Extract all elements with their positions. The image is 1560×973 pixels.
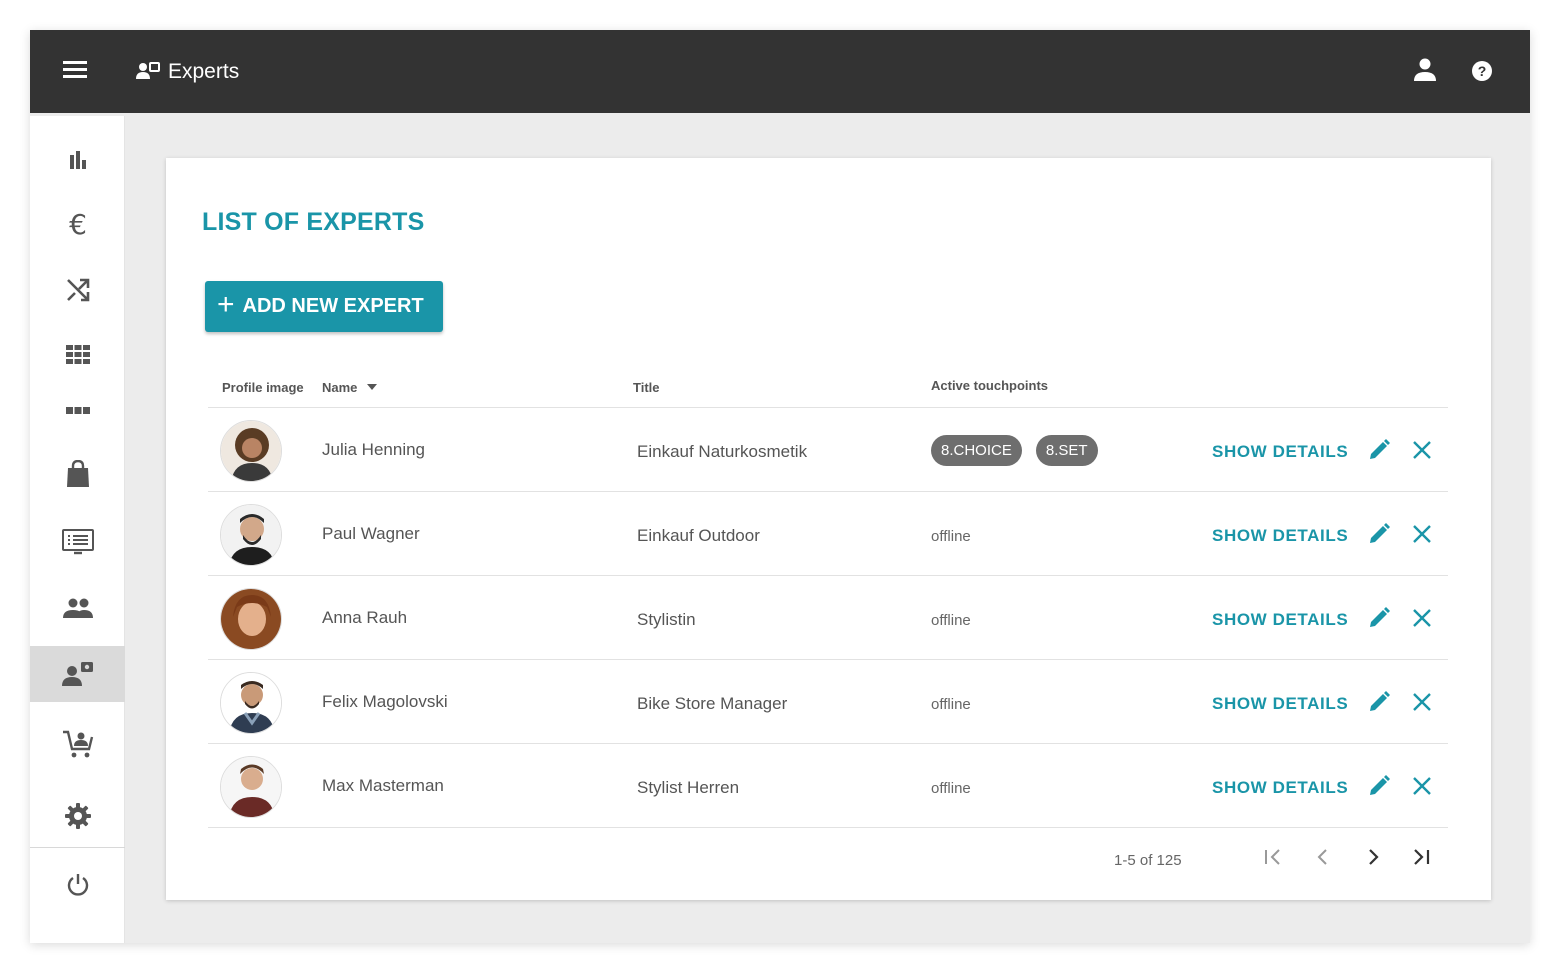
- experts-card: LIST OF EXPERTS + ADD NEW EXPERT Profile…: [166, 158, 1491, 900]
- close-icon[interactable]: [1412, 440, 1432, 460]
- close-icon[interactable]: [1412, 692, 1432, 712]
- table-row: Julia Henning Einkauf Naturkosmetik 8.CH…: [208, 408, 1448, 492]
- sidebar-item-shuffle[interactable]: [30, 262, 125, 318]
- app-window: Experts ? € LIST OF EXPERTS + ADD NEW EX…: [30, 30, 1530, 943]
- avatar: [220, 504, 282, 566]
- sort-down-icon[interactable]: [367, 384, 378, 390]
- column-title: Title: [633, 380, 660, 395]
- avatar: [220, 420, 282, 482]
- sidebar-item-settings[interactable]: [30, 788, 125, 844]
- show-details-link[interactable]: SHOW DETAILS: [1212, 442, 1348, 462]
- expert-title: Einkauf Naturkosmetik: [637, 442, 808, 461]
- expert-name: Anna Rauh: [322, 608, 408, 627]
- sidebar-item-logout[interactable]: [30, 857, 125, 913]
- pagination: 1-5 of 125: [208, 838, 1448, 878]
- pencil-icon[interactable]: [1367, 690, 1391, 714]
- person-icon[interactable]: [1414, 58, 1436, 82]
- column-profile-image: Profile image: [222, 380, 304, 395]
- column-active-touchpoints: Active touchpoints: [931, 378, 1049, 393]
- screen-list-icon: [61, 529, 94, 555]
- experts-icon: [61, 662, 93, 686]
- sidebar-item-grid[interactable]: [30, 327, 125, 383]
- expert-name: Julia Henning: [322, 440, 426, 459]
- next-page-icon[interactable]: [1362, 846, 1384, 868]
- close-icon[interactable]: [1412, 524, 1432, 544]
- add-button-label: ADD NEW EXPERT: [242, 295, 424, 317]
- touchpoint-chip[interactable]: 8.SET: [1035, 435, 1098, 466]
- expert-name: Paul Wagner: [322, 524, 420, 543]
- top-bar: Experts ?: [30, 30, 1530, 113]
- expert-name: Max Masterman: [322, 776, 444, 795]
- svg-text:€: €: [69, 210, 87, 238]
- touchpoint-chip[interactable]: 8.CHOICE: [931, 435, 1022, 466]
- avatar: [220, 588, 282, 650]
- touchpoint-chips: 8.CHOICE 8.SET: [931, 435, 1098, 466]
- touchpoint-status: offline: [931, 612, 971, 629]
- table-row: Felix Magolovski Bike Store Manager offl…: [208, 660, 1448, 744]
- list-heading: LIST OF EXPERTS: [202, 208, 425, 236]
- view-strip-icon: [65, 407, 90, 414]
- expert-title: Einkauf Outdoor: [637, 526, 760, 545]
- avatar: [220, 672, 282, 734]
- sidebar-item-statistics[interactable]: [30, 132, 125, 188]
- first-page-icon[interactable]: [1262, 846, 1284, 868]
- hamburger-icon[interactable]: [63, 61, 87, 81]
- show-details-link[interactable]: SHOW DETAILS: [1212, 694, 1348, 714]
- euro-icon: €: [69, 210, 87, 238]
- close-icon[interactable]: [1412, 608, 1432, 628]
- page-title: Experts: [168, 60, 240, 83]
- column-name-label: Name: [322, 380, 358, 395]
- touchpoint-status: offline: [931, 780, 971, 797]
- power-icon: [67, 874, 88, 896]
- group-icon: [62, 598, 93, 618]
- expert-name: Felix Magolovski: [322, 692, 448, 711]
- expert-title: Bike Store Manager: [637, 694, 788, 713]
- last-page-icon[interactable]: [1410, 846, 1432, 868]
- sidebar-item-finance[interactable]: €: [30, 196, 125, 252]
- sidebar-item-customers[interactable]: [30, 716, 125, 772]
- pagination-range: 1-5 of 125: [1114, 852, 1182, 869]
- expert-title: Stylist Herren: [637, 778, 740, 797]
- grid-icon: [65, 345, 90, 364]
- show-details-link[interactable]: SHOW DETAILS: [1212, 610, 1348, 630]
- show-details-link[interactable]: SHOW DETAILS: [1212, 778, 1348, 798]
- pencil-icon[interactable]: [1367, 522, 1391, 546]
- sidebar-item-experts[interactable]: [30, 646, 125, 702]
- settings-icon: [64, 803, 91, 829]
- sidebar-divider: [30, 847, 125, 848]
- table-row: Max Masterman Stylist Herren offline SHO…: [208, 744, 1448, 828]
- show-details-link[interactable]: SHOW DETAILS: [1212, 526, 1348, 546]
- expert-title: Stylistin: [637, 610, 696, 629]
- touchpoint-status: offline: [931, 696, 971, 713]
- sidebar-item-strip[interactable]: [30, 383, 125, 439]
- column-name[interactable]: Name: [322, 380, 378, 395]
- sidebar-item-screens[interactable]: [30, 514, 125, 570]
- table-header: Profile image Name Title Active touchpoi…: [208, 368, 1448, 408]
- plus-icon: +: [217, 288, 235, 321]
- pencil-icon[interactable]: [1367, 438, 1391, 462]
- previous-page-icon[interactable]: [1312, 846, 1334, 868]
- sidebar-item-users[interactable]: [30, 580, 125, 636]
- add-new-expert-button[interactable]: + ADD NEW EXPERT: [205, 281, 443, 332]
- close-icon[interactable]: [1412, 776, 1432, 796]
- experts-icon: [136, 62, 160, 79]
- avatar: [220, 756, 282, 818]
- bar-chart-icon: [69, 151, 86, 169]
- table-row: Anna Rauh Stylistin offline SHOW DETAILS: [208, 576, 1448, 660]
- shuffle-icon: [66, 278, 89, 302]
- cart-person-icon: [62, 730, 93, 758]
- table-row: Paul Wagner Einkauf Outdoor offline SHOW…: [208, 492, 1448, 576]
- svg-text:?: ?: [1478, 63, 1487, 79]
- touchpoint-status: offline: [931, 528, 971, 545]
- pencil-icon[interactable]: [1367, 774, 1391, 798]
- help-icon[interactable]: ?: [1471, 60, 1493, 82]
- sidebar-item-shop[interactable]: [30, 446, 125, 502]
- sidebar: €: [30, 116, 125, 943]
- shopping-bag-icon: [66, 460, 89, 487]
- pencil-icon[interactable]: [1367, 606, 1391, 630]
